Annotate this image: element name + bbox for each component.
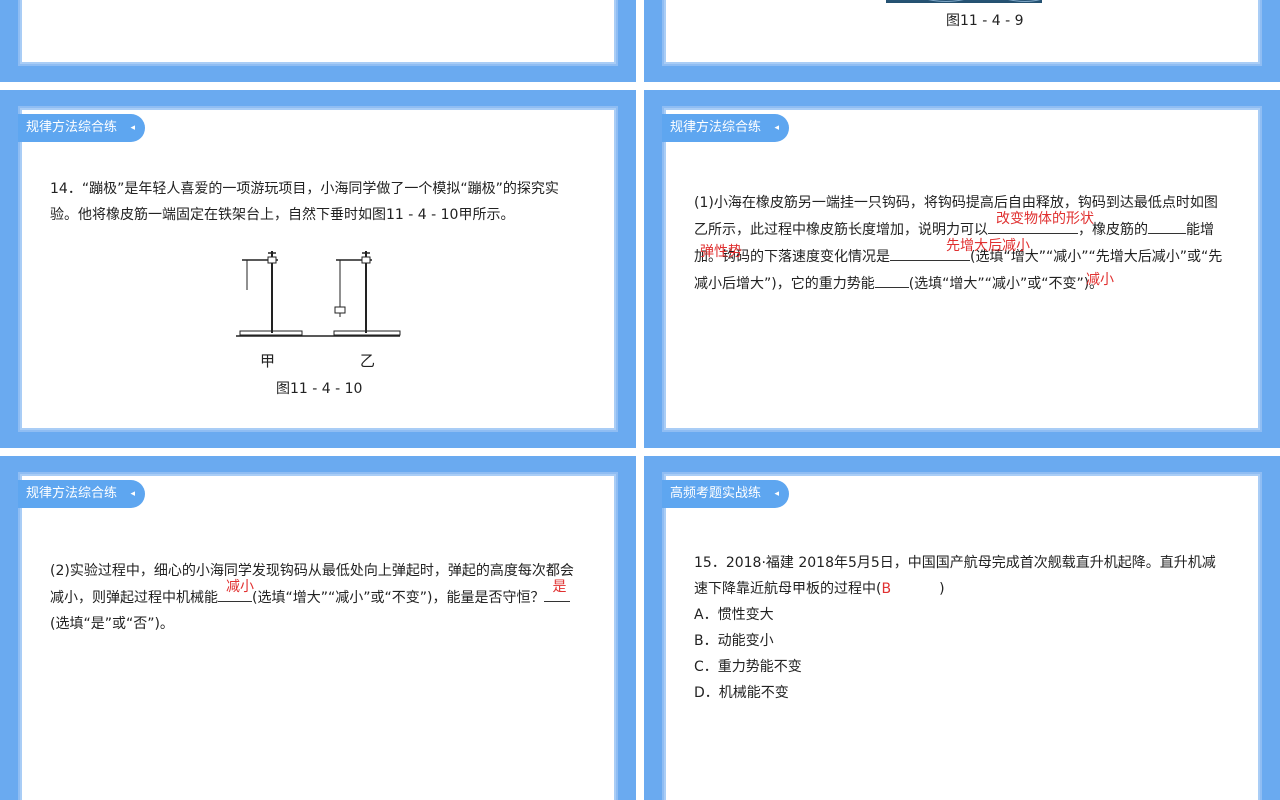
question-text: (1)小海在橡皮筋另一端挂一只钩码，将钩码提高后自由释放，钩码到达最低点时如图乙… <box>694 190 1226 297</box>
section-tag-label: 规律方法综合练 <box>26 120 118 135</box>
answer-4: 减小 <box>1086 272 1114 288</box>
answer-blank-1[interactable]: 改变物体的形状 <box>988 211 1094 234</box>
answer-1: 减小 <box>226 579 254 595</box>
section-tag: 规律方法综合练 ◂ <box>662 114 790 142</box>
answer-choice: B <box>881 581 892 597</box>
option-c[interactable]: C．重力势能不变 <box>694 654 1226 680</box>
slide-top-right: 图11 - 4 - 9 <box>644 0 1280 82</box>
option-d[interactable]: D．机械能不变 <box>694 680 1226 706</box>
iron-stand-figure <box>236 251 401 337</box>
triangle-left-icon: ◂ <box>774 123 780 133</box>
slide-mid-left: 规律方法综合练 ◂ 14．“蹦极”是年轻人喜爱的一项游玩项目，小海同学做了一个模… <box>0 90 636 448</box>
answer-blank-2[interactable] <box>1148 216 1186 234</box>
section-tag: 高频考题实战练 ◂ <box>662 480 790 508</box>
section-tag: 规律方法综合练 ◂ <box>18 114 146 142</box>
slide-panel: 图11 - 4 - 9 <box>664 0 1260 64</box>
answer-3: 先增大后减小 <box>946 238 1030 254</box>
answer-2: 弹性势 <box>700 244 742 260</box>
section-tag-label: 规律方法综合练 <box>26 486 118 501</box>
slide-panel <box>20 0 616 64</box>
answer-1: 改变物体的形状 <box>996 211 1094 227</box>
slide-bottom-left: 规律方法综合练 ◂ (2)实验过程中，细心的小海同学发现钩码从最低处向上弹起时，… <box>0 456 636 800</box>
slide-mid-right: 规律方法综合练 ◂ (1)小海在橡皮筋另一端挂一只钩码，将钩码提高后自由释放，钩… <box>644 90 1280 448</box>
answer-blank-4[interactable] <box>874 270 909 288</box>
section-tag-label: 高频考题实战练 <box>670 486 762 501</box>
section-tag-label: 规律方法综合练 <box>670 120 762 135</box>
figure-label-b: 乙 <box>360 352 376 370</box>
question-part-2: (选填“增大”“减小”或“不变”)，能量是否守恒？ <box>252 590 545 606</box>
figure-caption: 图11 - 4 - 9 <box>946 13 1024 29</box>
question-part-5: (选填“增大”“减小”或“不变”)。 <box>908 276 1104 292</box>
triangle-left-icon: ◂ <box>130 123 136 133</box>
answer-blank-1[interactable]: 减小 <box>218 579 254 602</box>
slide-panel <box>20 474 616 800</box>
question-text: 15．2018·福建 2018年5月5日，中国国产航母完成首次舰载直升机起降。直… <box>694 550 1226 706</box>
figure-caption: 图11 - 4 - 10 <box>276 381 363 397</box>
section-tag: 规律方法综合练 ◂ <box>18 480 146 508</box>
slide-top-left <box>0 0 636 82</box>
question-stem: 15．2018·福建 2018年5月5日，中国国产航母完成首次舰载直升机起降。直… <box>694 555 1216 597</box>
triangle-left-icon: ◂ <box>774 489 780 499</box>
triangle-left-icon: ◂ <box>130 489 136 499</box>
question-part-3: (选填“是”或“否”)。 <box>50 616 174 632</box>
answer-blank-2[interactable]: 是 <box>544 579 571 602</box>
answer-2: 是 <box>552 579 567 595</box>
option-b[interactable]: B．动能变小 <box>694 628 1226 654</box>
answer-blank-3[interactable]: 先增大后减小 <box>890 238 1030 261</box>
question-end: ) <box>939 581 945 597</box>
slide-bottom-right: 高频考题实战练 ◂ 15．2018·福建 2018年5月5日，中国国产航母完成首… <box>644 456 1280 800</box>
question-text: 14．“蹦极”是年轻人喜爱的一项游玩项目，小海同学做了一个模拟“蹦极”的探究实验… <box>50 181 559 223</box>
question-text: (2)实验过程中，细心的小海同学发现钩码从最低处向上弹起时，弹起的高度每次都会减… <box>50 558 580 637</box>
sea-photo <box>886 0 1042 3</box>
figure-label-a: 甲 <box>260 352 276 370</box>
option-a[interactable]: A．惯性变大 <box>694 602 1226 628</box>
